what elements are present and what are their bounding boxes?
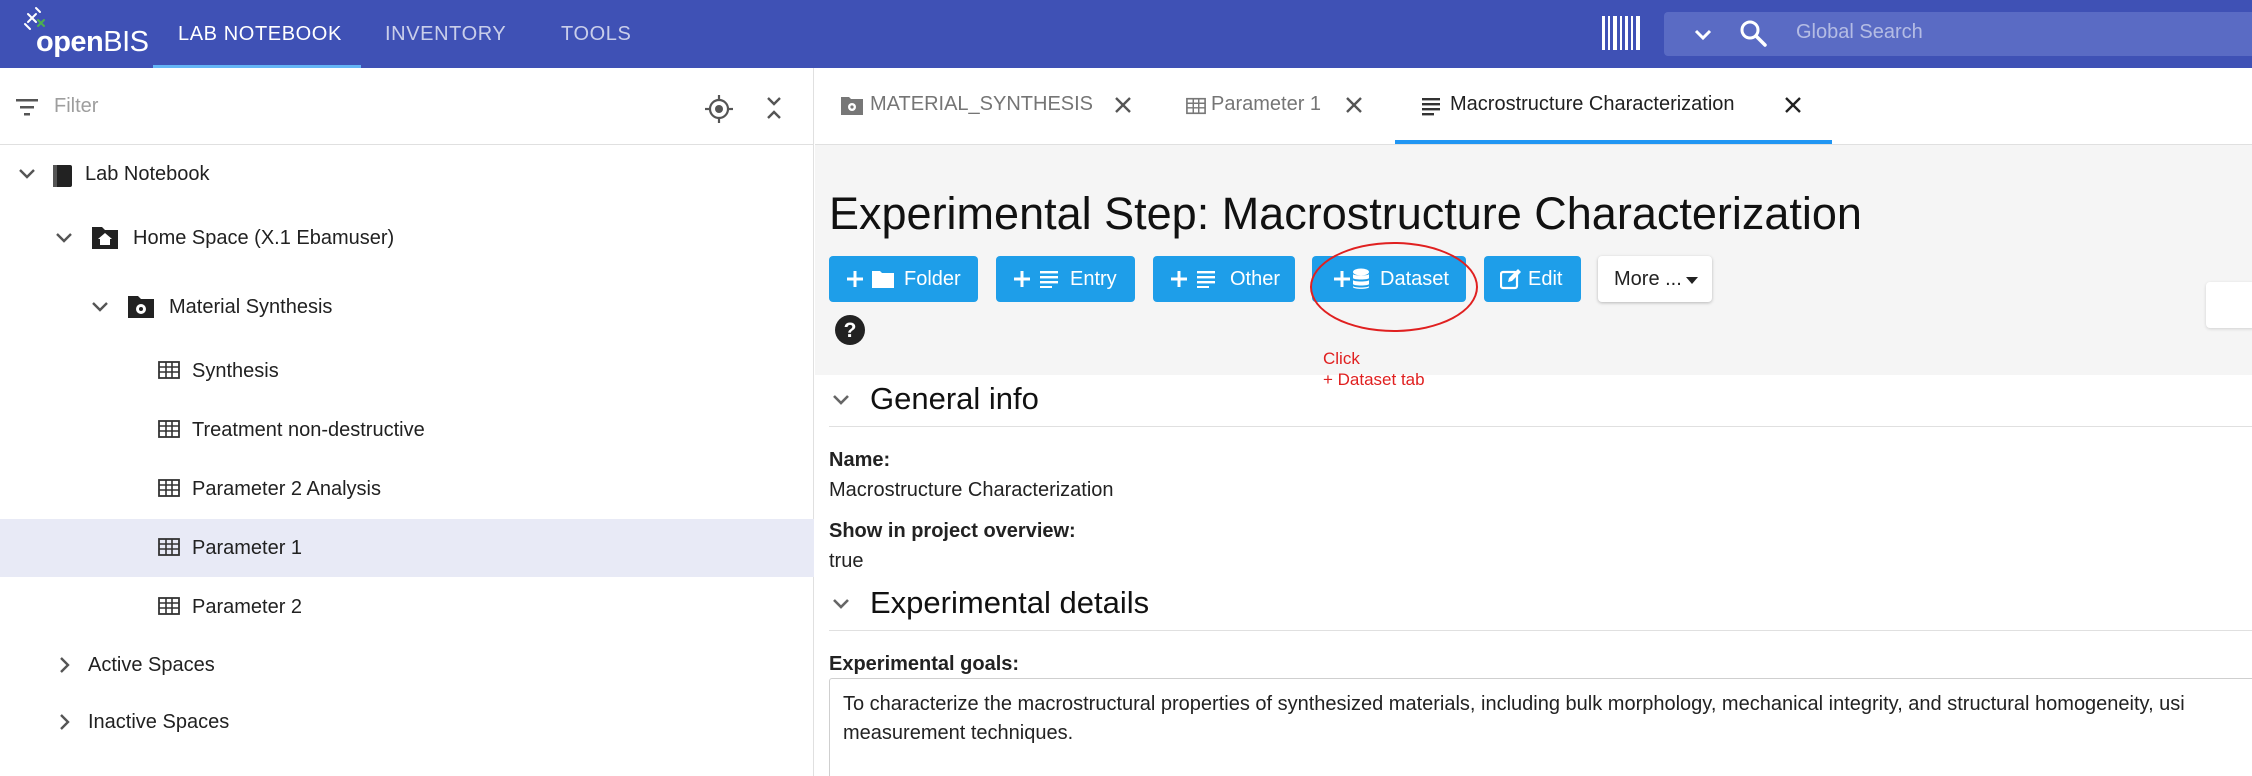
chevron-down-icon[interactable] (15, 162, 39, 186)
tree-item-label: Inactive Spaces (88, 711, 230, 733)
nav-tab-lab-notebook[interactable]: LAB NOTEBOOK (178, 0, 342, 68)
folder-gear-icon (841, 97, 863, 115)
annotation-ellipse (1310, 242, 1478, 332)
field-value-overview: true (829, 550, 864, 572)
close-icon[interactable] (1341, 92, 1367, 118)
tree-item-label: Synthesis (192, 360, 279, 382)
table-icon (1186, 97, 1206, 115)
notebook-icon (53, 165, 72, 187)
close-icon[interactable] (1780, 92, 1806, 118)
caret-down-icon (1686, 277, 1698, 284)
tab-label: MATERIAL_SYNTHESIS (870, 93, 1094, 115)
tree-item-label: Treatment non-destructive (192, 419, 425, 441)
tree-item-label: Active Spaces (88, 654, 215, 676)
more-dropdown-button[interactable]: More ... (1598, 256, 1712, 302)
tree-item-label: Material Synthesis (169, 296, 333, 318)
section-title: Experimental details (870, 585, 1150, 620)
edit-icon (1500, 269, 1521, 290)
tab-material-synthesis[interactable]: MATERIAL_SYNTHESIS (838, 68, 1138, 145)
tree-item-parameter-2[interactable]: Parameter 2 (0, 578, 814, 636)
lines-icon (1040, 271, 1058, 288)
section-experimental-details[interactable]: Experimental details (829, 576, 2252, 631)
button-label: Folder (904, 268, 961, 290)
tree-item-label: Parameter 1 (192, 537, 303, 559)
tree-item-synthesis[interactable]: Synthesis (0, 342, 814, 400)
experimental-goals-text: To characterize the macrostructural prop… (843, 693, 2185, 744)
nav-tab-inventory[interactable]: INVENTORY (385, 0, 506, 68)
tab-macrostructure-characterization[interactable]: Macrostructure Characterization (1420, 68, 1820, 145)
chevron-down-icon[interactable] (52, 226, 76, 250)
chevron-down-icon[interactable] (829, 388, 853, 412)
page-title: Experimental Step: Macrostructure Charac… (829, 188, 1862, 239)
search-icon[interactable] (1738, 18, 1768, 48)
table-icon (158, 479, 180, 497)
side-panel-toggle[interactable] (2206, 282, 2252, 328)
tree-item-label: Home Space (X.1 Ebamuser) (133, 227, 395, 249)
plus-icon (1171, 271, 1187, 287)
field-label-goals: Experimental goals: (829, 653, 1020, 675)
button-label: Other (1230, 268, 1281, 290)
edit-button[interactable]: Edit (1484, 256, 1581, 302)
table-icon (158, 361, 180, 379)
experimental-goals-field[interactable]: To characterize the macrostructural prop… (829, 678, 2252, 776)
tree-item-material-synthesis[interactable]: Material Synthesis (0, 278, 814, 336)
add-folder-button[interactable]: Folder (829, 256, 978, 302)
tree-item-home-space[interactable]: Home Space (X.1 Ebamuser) (0, 209, 814, 267)
active-tab-indicator (1395, 140, 1832, 144)
button-label: More ... (1614, 268, 1682, 290)
table-icon (158, 538, 180, 556)
collapse-all-icon[interactable] (761, 94, 787, 122)
add-other-button[interactable]: Other (1153, 256, 1295, 302)
tree-item-label: Parameter 2 (192, 596, 303, 618)
section-general-info[interactable]: General info (829, 372, 2252, 427)
chevron-down-icon[interactable] (829, 592, 853, 616)
lines-icon (1197, 271, 1215, 288)
folder-gear-icon (128, 296, 154, 318)
chevron-down-icon[interactable] (88, 295, 112, 319)
tree-item-label: Parameter 2 Analysis (192, 478, 381, 500)
plus-icon (847, 271, 863, 287)
tab-label: Parameter 1 (1211, 93, 1322, 115)
tree-item-inactive-spaces[interactable]: Inactive Spaces (0, 693, 814, 751)
locate-icon[interactable] (704, 94, 734, 124)
field-value-name: Macrostructure Characterization (829, 479, 1114, 501)
close-icon[interactable] (1110, 92, 1136, 118)
tab-parameter-1[interactable]: Parameter 1 (1186, 68, 1376, 145)
field-label-name: Name: (829, 449, 891, 471)
section-title: General info (870, 381, 1039, 416)
folder-icon (872, 271, 894, 288)
table-icon (158, 597, 180, 615)
lines-icon (1422, 98, 1440, 116)
logo-text[interactable]: openBIS (36, 26, 149, 59)
global-search-input[interactable]: Global Search (1796, 21, 1923, 44)
tree-item-treatment[interactable]: Treatment non-destructive (0, 401, 814, 459)
chevron-right-icon[interactable] (52, 653, 76, 677)
plus-icon (1014, 271, 1030, 287)
sidebar-filter-input[interactable]: Filter (54, 95, 98, 118)
tree-item-lab-notebook[interactable]: Lab Notebook (0, 145, 814, 203)
add-entry-button[interactable]: Entry (996, 256, 1135, 302)
tree-item-label: Lab Notebook (85, 163, 210, 185)
filter-icon (16, 99, 38, 116)
field-label-overview: Show in project overview: (829, 520, 1076, 542)
svg-text:?: ? (844, 319, 857, 342)
annotation-line: Click (1323, 349, 1360, 368)
help-icon[interactable]: ? (834, 314, 866, 346)
chevron-right-icon[interactable] (52, 710, 76, 734)
table-icon (158, 420, 180, 438)
tree-item-parameter-1[interactable]: Parameter 1 (0, 519, 814, 577)
tab-label: Macrostructure Characterization (1450, 93, 1735, 115)
barcode-icon[interactable] (1602, 16, 1640, 50)
button-label: Entry (1070, 268, 1117, 290)
sidebar-filter-row: Filter (0, 68, 814, 145)
home-icon (92, 227, 118, 249)
nav-tab-tools[interactable]: TOOLS (561, 0, 631, 68)
tree-item-active-spaces[interactable]: Active Spaces (0, 636, 814, 694)
button-label: Edit (1528, 268, 1563, 290)
chevron-down-icon[interactable] (1690, 22, 1716, 48)
tree-item-parameter-2-analysis[interactable]: Parameter 2 Analysis (0, 460, 814, 518)
